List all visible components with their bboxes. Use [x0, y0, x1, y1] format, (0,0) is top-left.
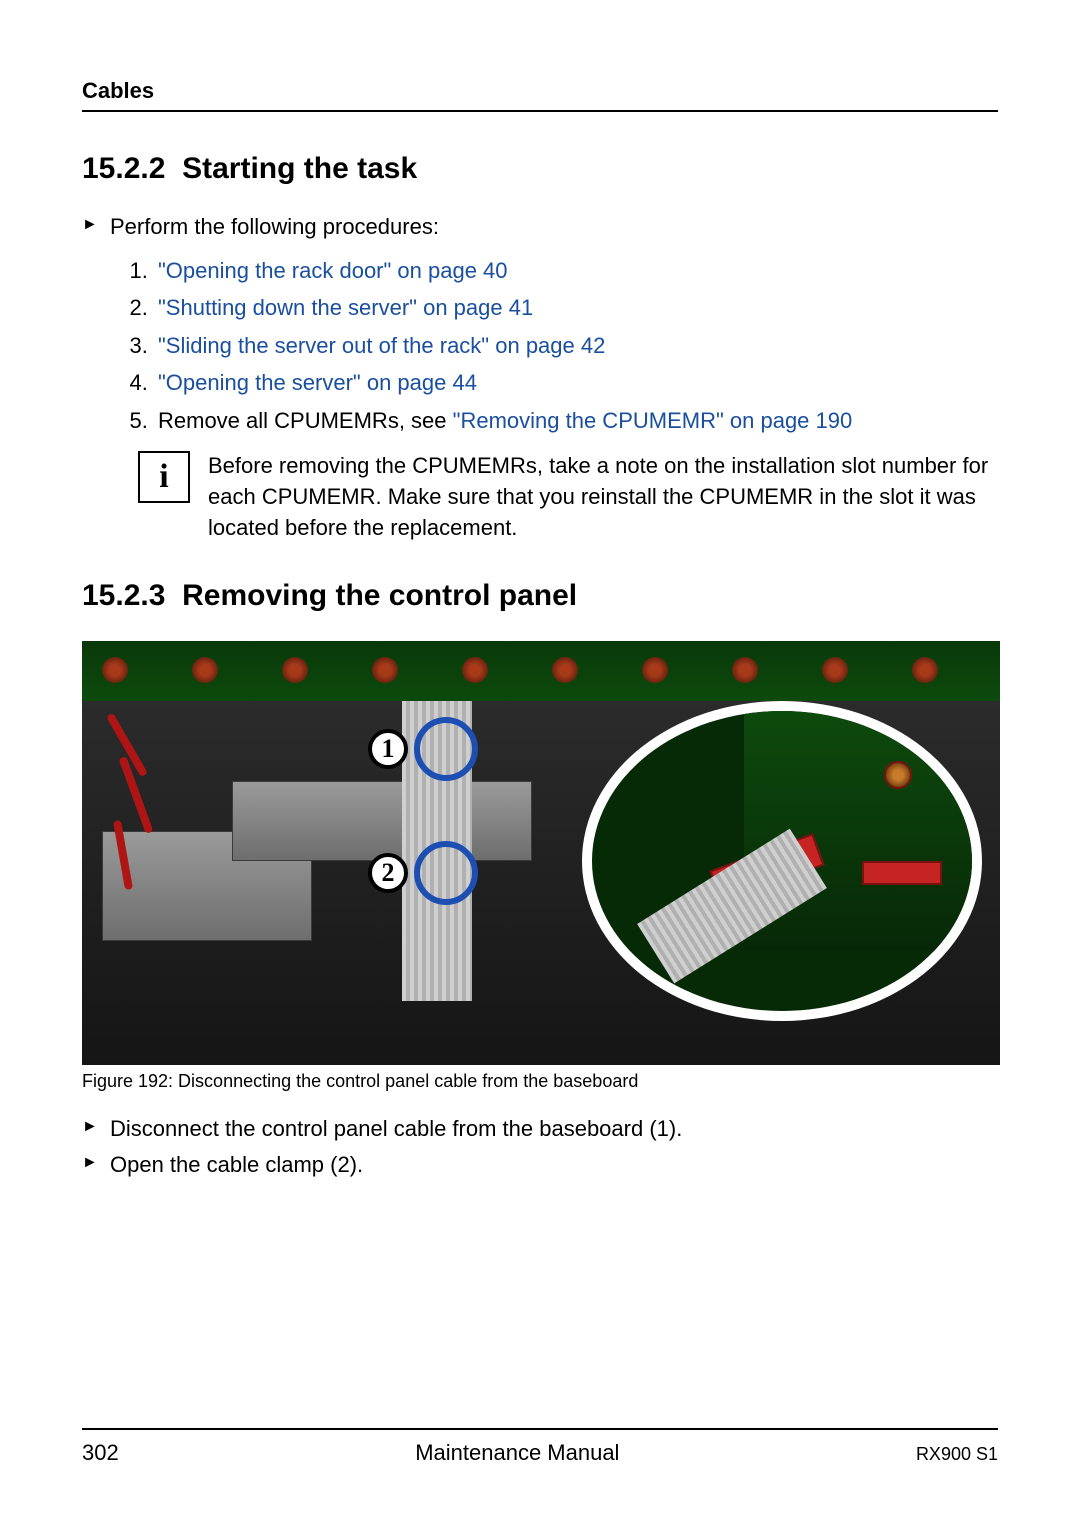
figure-caption: Figure 192: Disconnecting the control pa…	[82, 1071, 998, 1092]
footer-rule	[82, 1428, 998, 1430]
pcb-strip	[82, 641, 1000, 701]
list-item: "Opening the server" on page 44	[154, 364, 998, 401]
section-number: 15.2.3	[82, 579, 165, 612]
section-heading-15-2-2: 15.2.2 Starting the task	[82, 152, 998, 186]
cross-reference-link[interactable]: "Sliding the server out of the rack" on …	[158, 333, 605, 358]
figure-image: 1 2	[82, 641, 1000, 1065]
header-rule	[82, 110, 998, 112]
zoom-inset	[582, 701, 982, 1021]
doc-title: Maintenance Manual	[415, 1440, 619, 1466]
procedure-step: Open the cable clamp (2).	[82, 1152, 998, 1178]
callout-circle-1	[414, 717, 478, 781]
cross-reference-link[interactable]: "Removing the CPUMEMR" on page 190	[453, 408, 853, 433]
section-number: 15.2.2	[82, 152, 165, 185]
model-id: RX900 S1	[916, 1444, 998, 1465]
list-item: "Shutting down the server" on page 41	[154, 289, 998, 326]
callout-circle-2	[414, 841, 478, 905]
procedure-list: "Opening the rack door" on page 40 "Shut…	[82, 252, 998, 439]
list-item: Remove all CPUMEMRs, see "Removing the C…	[154, 402, 998, 439]
cross-reference-link[interactable]: "Opening the rack door" on page 40	[158, 258, 508, 283]
cross-reference-link[interactable]: "Opening the server" on page 44	[158, 370, 477, 395]
list-item: "Sliding the server out of the rack" on …	[154, 327, 998, 364]
procedure-step: Disconnect the control panel cable from …	[82, 1116, 998, 1142]
info-text: Before removing the CPUMEMRs, take a not…	[208, 451, 998, 543]
figure: 1 2 Figure 192: Disconnecting the contro…	[82, 641, 998, 1092]
list-item: "Opening the rack door" on page 40	[154, 252, 998, 289]
post-figure-steps: Disconnect the control panel cable from …	[82, 1116, 998, 1178]
page-footer: 302 Maintenance Manual RX900 S1	[82, 1428, 998, 1466]
list-item-text: Remove all CPUMEMRs, see	[158, 408, 453, 433]
info-note: i Before removing the CPUMEMRs, take a n…	[138, 451, 998, 543]
section-title: Starting the task	[182, 152, 417, 185]
section-title: Removing the control panel	[182, 579, 577, 612]
procedure-intro: Perform the following procedures:	[82, 214, 998, 240]
page-number: 302	[82, 1440, 119, 1466]
info-icon: i	[138, 451, 190, 503]
chapter-header: Cables	[82, 78, 998, 104]
section-heading-15-2-3: 15.2.3 Removing the control panel	[82, 579, 998, 613]
cross-reference-link[interactable]: "Shutting down the server" on page 41	[158, 295, 533, 320]
